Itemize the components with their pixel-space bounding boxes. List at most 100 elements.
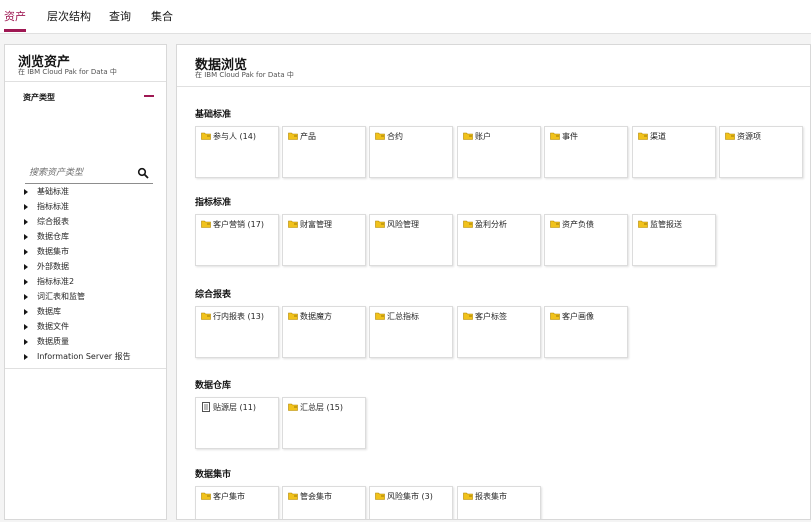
caret-right-icon[interactable] — [24, 339, 28, 345]
asset-tile[interactable]: 参与人 (14) — [195, 126, 279, 178]
asset-tile-label: 合约 — [387, 132, 403, 141]
asset-tile[interactable]: 报表集市 — [457, 486, 541, 519]
asset-tile[interactable]: 客户标签 — [457, 306, 541, 358]
caret-right-icon[interactable] — [24, 249, 28, 255]
tree-item-label: Information Server 报告 — [37, 352, 131, 361]
folder-icon — [463, 312, 473, 320]
folder-icon — [288, 403, 298, 411]
tree-item-label: 数据仓库 — [37, 232, 69, 241]
asset-tile[interactable]: 客户画像 — [544, 306, 628, 358]
asset-tile-label: 汇总层 (15) — [300, 403, 343, 412]
browse-assets-panel: 浏览资产 在 IBM Cloud Pak for Data 中 资产类型 基础标… — [4, 44, 167, 520]
asset-tile-label: 财富管理 — [300, 220, 332, 229]
asset-tile-label: 盈利分析 — [475, 220, 507, 229]
asset-tile-label: 资源项 — [737, 132, 761, 141]
asset-tile[interactable]: 财富管理 — [282, 214, 366, 266]
caret-right-icon[interactable] — [24, 264, 28, 270]
asset-tile-label: 渠道 — [650, 132, 666, 141]
tab-assets[interactable]: 资产 — [4, 8, 26, 24]
tree-item-label: 词汇表和监管 — [37, 292, 85, 301]
caret-right-icon[interactable] — [24, 279, 28, 285]
asset-tile-label: 贴源层 (11) — [213, 403, 256, 412]
tree-item[interactable]: 综合报表 — [5, 217, 166, 232]
asset-tile[interactable]: 行内报表 (13) — [195, 306, 279, 358]
tree-item-label: 数据库 — [37, 307, 61, 316]
asset-tile[interactable]: 资产负债 — [544, 214, 628, 266]
asset-tile-label: 风险集市 (3) — [387, 492, 433, 501]
asset-tile[interactable]: 产品 — [282, 126, 366, 178]
folder-icon — [550, 312, 560, 320]
folder-icon — [375, 132, 385, 140]
divider — [5, 368, 166, 369]
tree-item[interactable]: 数据文件 — [5, 322, 166, 337]
asset-tile[interactable]: 风险管理 — [369, 214, 453, 266]
tab-query[interactable]: 查询 — [109, 8, 131, 24]
tab-hierarchy[interactable]: 层次结构 — [47, 8, 91, 24]
caret-right-icon[interactable] — [24, 189, 28, 195]
caret-right-icon[interactable] — [24, 354, 28, 360]
asset-tile-label: 数据魔方 — [300, 312, 332, 321]
tree-item[interactable]: 数据仓库 — [5, 232, 166, 247]
tree-item[interactable]: 数据库 — [5, 307, 166, 322]
folder-icon — [463, 132, 473, 140]
data-browse-panel: 数据浏览 在 IBM Cloud Pak for Data 中 基础标准 参与人 … — [176, 44, 811, 520]
asset-tile[interactable]: 汇总指标 — [369, 306, 453, 358]
asset-tile[interactable]: 资源项 — [719, 126, 803, 178]
tree-item-label: 指标标准 — [37, 202, 69, 211]
active-tab-indicator — [4, 29, 26, 32]
caret-right-icon[interactable] — [24, 219, 28, 225]
tree-item-label: 数据文件 — [37, 322, 69, 331]
tree-item[interactable]: 数据质量 — [5, 337, 166, 352]
caret-right-icon[interactable] — [24, 324, 28, 330]
tree-item[interactable]: Information Server 报告 — [5, 352, 166, 367]
asset-tile[interactable]: 客户集市 — [195, 486, 279, 519]
tree-item[interactable]: 指标标准2 — [5, 277, 166, 292]
asset-tile[interactable]: 管会集市 — [282, 486, 366, 519]
asset-type-heading: 资产类型 — [23, 93, 55, 102]
document-icon — [202, 402, 210, 412]
asset-tile-label: 行内报表 (13) — [213, 312, 264, 321]
folder-icon — [201, 132, 211, 140]
page-subtitle: 在 IBM Cloud Pak for Data 中 — [195, 71, 294, 79]
folder-icon — [463, 220, 473, 228]
asset-tile-label: 汇总指标 — [387, 312, 419, 321]
asset-tile-label: 资产负债 — [562, 220, 594, 229]
caret-right-icon[interactable] — [24, 234, 28, 240]
search-icon[interactable] — [137, 167, 149, 179]
asset-tile[interactable]: 盈利分析 — [457, 214, 541, 266]
asset-tile-label: 客户营销 (17) — [213, 220, 264, 229]
asset-tile[interactable]: 汇总层 (15) — [282, 397, 366, 449]
asset-tile-label: 管会集市 — [300, 492, 332, 501]
asset-tile[interactable]: 渠道 — [632, 126, 716, 178]
asset-tile[interactable]: 事件 — [544, 126, 628, 178]
caret-right-icon[interactable] — [24, 294, 28, 300]
asset-tile[interactable]: 监管报送 — [632, 214, 716, 266]
folder-icon — [638, 220, 648, 228]
tab-collections[interactable]: 集合 — [151, 8, 173, 24]
collapse-icon[interactable] — [144, 95, 154, 97]
asset-tile[interactable]: 合约 — [369, 126, 453, 178]
asset-tile[interactable]: 账户 — [457, 126, 541, 178]
caret-right-icon[interactable] — [24, 204, 28, 210]
folder-icon — [375, 220, 385, 228]
tree-item[interactable]: 基础标准 — [5, 187, 166, 202]
tree-item[interactable]: 外部数据 — [5, 262, 166, 277]
folder-icon — [201, 312, 211, 320]
asset-tile-label: 监管报送 — [650, 220, 682, 229]
asset-tile[interactable]: 客户营销 (17) — [195, 214, 279, 266]
asset-tile-label: 风险管理 — [387, 220, 419, 229]
tree-item[interactable]: 数据集市 — [5, 247, 166, 262]
folder-icon — [288, 312, 298, 320]
folder-icon — [550, 220, 560, 228]
folder-icon — [550, 132, 560, 140]
asset-tile[interactable]: 风险集市 (3) — [369, 486, 453, 519]
tree-item-label: 数据质量 — [37, 337, 69, 346]
tree-item[interactable]: 指标标准 — [5, 202, 166, 217]
caret-right-icon[interactable] — [24, 309, 28, 315]
folder-icon — [638, 132, 648, 140]
search-input[interactable] — [29, 165, 129, 181]
divider — [177, 86, 810, 87]
asset-tile[interactable]: 数据魔方 — [282, 306, 366, 358]
tree-item[interactable]: 词汇表和监管 — [5, 292, 166, 307]
asset-tile[interactable]: 贴源层 (11) — [195, 397, 279, 449]
